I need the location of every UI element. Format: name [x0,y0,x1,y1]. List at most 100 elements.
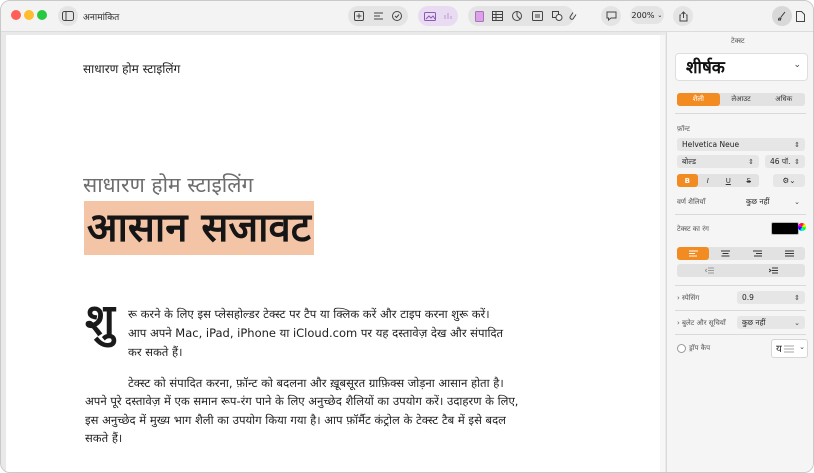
close-window-button[interactable] [11,10,21,20]
chevron-down-icon: ⌄ [794,318,800,327]
font-family-select[interactable]: Helvetica Neue ⇕ [677,138,805,151]
tab-layout[interactable]: लेआउट [720,93,763,106]
font-weight-value: बोल्ड [682,156,696,166]
divider [675,214,806,215]
document-title-selected[interactable]: आसान सजावट [84,201,314,255]
minimize-window-button[interactable] [24,10,34,20]
divider [675,310,806,311]
document-canvas: साधारण होम स्टाइलिंग साधारण होम स्टाइलिं… [1,32,665,472]
strikethrough-button[interactable]: S [739,174,760,187]
chevron-updown-icon: ⇕ [794,293,800,302]
font-weight-select[interactable]: बोल्ड ⇕ [677,155,759,168]
paragraph-line[interactable]: इस अनुच्छेद में मुख्य भाग शैली का उपयोग … [85,411,506,430]
paragraph-line[interactable]: कर सकते हैं। [128,343,182,362]
character-styles-select[interactable]: कुछ नहीं ⌄ [741,195,805,208]
audio-level-icon[interactable] [441,6,455,26]
paragraph-line[interactable]: टेक्स्ट को संपादित करना, फ़ॉन्ट को बदलना… [128,374,504,393]
bold-button[interactable]: B [677,174,698,187]
character-styles-label: वर्ण शैलियाँ [677,198,706,206]
italic-button[interactable]: I [698,174,719,187]
table-icon[interactable] [490,6,504,26]
stepper-icon: ⇕ [794,157,800,166]
paragraph-style-menu[interactable]: शीर्षक ⌄ [675,53,808,81]
align-center-button[interactable] [709,247,741,260]
media-clip-icon[interactable] [567,6,577,26]
text-box-icon[interactable] [530,6,544,26]
paragraph-style-name: शीर्षक [686,58,725,78]
spacing-value: 0.9 [742,293,754,302]
spacing-select[interactable]: 0.9 ⇕ [737,291,805,304]
comment-icon[interactable] [601,6,621,26]
page-header[interactable]: साधारण होम स्टाइलिंग [83,60,180,77]
gear-icon: ⚙⌄ [782,176,796,185]
insert-media-icon[interactable] [422,6,438,26]
alignment-buttons [677,247,805,260]
divider [675,113,806,114]
document-subtitle[interactable]: साधारण होम स्टाइलिंग [83,171,253,199]
text-color-label: टेक्स्ट का रंग [677,225,709,233]
chevron-down-icon: ⌄ [799,343,805,351]
chevron-down-icon: ⌄ [794,197,800,206]
divider [675,334,806,335]
bullets-label[interactable]: › बुलेट और सूचियाँ [677,319,726,328]
paragraph-line[interactable]: अपने पूरे दस्तावेज़ में एक समान रूप-रंग … [85,392,518,411]
text-color-well[interactable] [771,222,799,235]
drop-cap[interactable]: शु [85,299,115,343]
indent-buttons [677,264,805,277]
shape-icon[interactable] [550,6,564,26]
scrollbar[interactable] [660,35,665,472]
app-window: अनामांकित 200% ⌄ साधारण होम स्टाइलिंग सा… [0,0,814,473]
format-brush-icon[interactable] [772,6,792,26]
paragraph-style-icon[interactable] [371,6,385,26]
zoom-level: 200% [631,10,655,20]
justify-button[interactable] [773,247,805,260]
lines-icon [784,345,794,353]
font-size-stepper[interactable]: 46 पॉ. ⇕ [765,155,805,168]
paragraph-line[interactable]: आप अपने Mac, iPad, iPhone या iCloud.com … [128,324,503,343]
chevron-updown-icon: ⇕ [748,157,754,166]
bullets-select[interactable]: कुछ नहीं ⌄ [737,316,805,329]
align-left-button[interactable] [677,247,709,260]
align-right-button[interactable] [741,247,773,260]
color-wheel-icon[interactable] [798,223,806,231]
dropcap-checkbox[interactable] [677,344,686,353]
dropcap-label: ड्रॉप कैप [689,344,711,352]
increase-indent-button[interactable] [741,264,805,277]
spacing-label[interactable]: › स्पेसिंग [677,294,699,303]
document-title[interactable]: अनामांकित [83,10,119,23]
chart-icon[interactable] [510,6,524,26]
zoom-menu[interactable]: 200% ⌄ [630,6,664,24]
font-label: फ़ॉन्ट [677,125,690,133]
chevron-down-icon: ⌄ [793,60,801,70]
document-icon[interactable] [472,6,486,26]
tab-more[interactable]: अधिक [762,93,805,106]
add-page-icon[interactable] [352,6,366,26]
font-family-value: Helvetica Neue [682,140,740,149]
spacing-label-text: स्पेसिंग [682,294,700,302]
chevron-updown-icon: ⇕ [794,140,800,149]
paragraph-line[interactable]: सकते हैं। [85,429,122,448]
text-format-buttons: B I U S [677,174,759,187]
sidebar-section-title: टेक्स्ट [731,37,745,45]
zoom-window-button[interactable] [37,10,47,20]
toolbar: अनामांकित 200% ⌄ [1,1,813,32]
chevron-down-icon: ⌄ [657,11,663,19]
format-sidebar: टेक्स्ट शीर्षक ⌄ शैली लेआउट अधिक फ़ॉन्ट … [666,32,813,472]
bullets-label-text: बुलेट और सूचियाँ [682,319,726,327]
share-icon[interactable] [673,6,693,26]
bullets-value: कुछ नहीं [742,317,766,327]
paragraph-line[interactable]: रू करने के लिए इस प्लेसहोल्डर टेक्स्ट पर… [128,305,490,324]
tab-style[interactable]: शैली [677,93,720,106]
character-styles-value: कुछ नहीं [746,196,770,206]
comment-checkmark-icon[interactable] [390,6,404,26]
underline-button[interactable]: U [718,174,739,187]
sidebar-tabs: शैली लेआउट अधिक [677,93,805,106]
document-setup-icon[interactable] [794,6,806,26]
decrease-indent-button[interactable] [677,264,741,277]
document-page[interactable]: साधारण होम स्टाइलिंग साधारण होम स्टाइलिं… [6,35,665,472]
sidebar-toggle-icon[interactable] [58,6,78,26]
dropcap-style-select[interactable]: य ⌄ [771,339,808,358]
divider [675,285,806,286]
font-size-value: 46 पॉ. [770,156,791,166]
text-options-button[interactable]: ⚙⌄ [773,174,805,187]
